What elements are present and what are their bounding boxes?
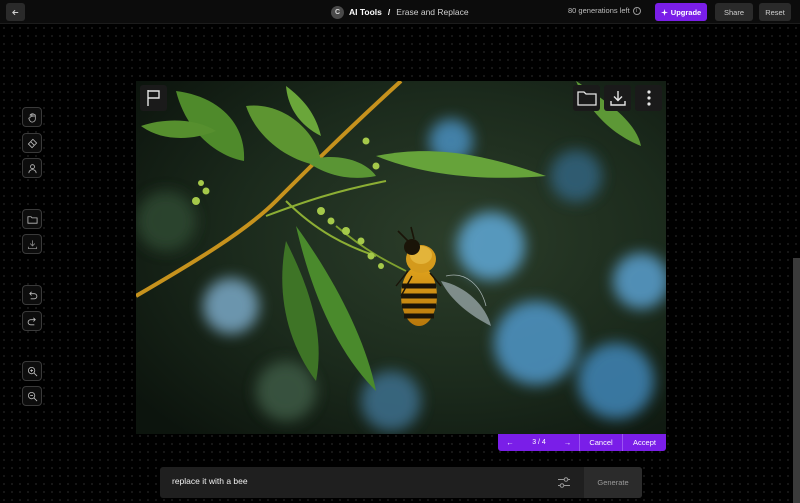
accept-button[interactable]: Accept — [623, 434, 666, 451]
back-button[interactable] — [6, 3, 25, 21]
variant-navigator: ← 3 / 4 → Cancel Accept — [498, 434, 666, 451]
canvas-folder-button[interactable] — [573, 85, 600, 111]
share-button[interactable]: Share — [715, 3, 753, 21]
undo-button[interactable] — [22, 285, 42, 305]
app-name[interactable]: AI Tools — [349, 7, 382, 17]
hand-tool-button[interactable] — [22, 107, 42, 127]
zoom-out-icon — [27, 391, 37, 401]
download-icon — [609, 91, 626, 106]
redo-button[interactable] — [22, 311, 42, 331]
folder-icon — [27, 215, 37, 224]
person-tool-button[interactable] — [22, 158, 42, 178]
hand-icon — [27, 112, 36, 122]
person-icon — [27, 163, 37, 173]
flag-button[interactable] — [140, 85, 167, 111]
eraser-icon — [27, 138, 37, 148]
open-file-button[interactable] — [22, 209, 42, 229]
edited-photo — [136, 81, 666, 434]
page-title: Erase and Replace — [396, 7, 469, 17]
flag-icon — [146, 90, 160, 106]
previous-variant-button[interactable]: ← — [498, 434, 522, 451]
more-vertical-icon — [646, 90, 651, 106]
download-icon — [27, 239, 37, 249]
arrow-left-icon — [12, 9, 19, 15]
upgrade-button[interactable]: Upgrade — [655, 3, 707, 21]
reset-button[interactable]: Reset — [759, 3, 791, 21]
redo-icon — [27, 317, 36, 325]
folder-icon — [576, 91, 597, 106]
zoom-in-button[interactable] — [22, 361, 42, 381]
info-icon[interactable]: i — [632, 6, 641, 15]
prompt-input[interactable]: replace it with a bee — [172, 476, 248, 486]
image-canvas[interactable] — [136, 81, 666, 434]
eraser-tool-button[interactable] — [22, 133, 42, 153]
canvas-download-button[interactable] — [604, 85, 631, 111]
download-button[interactable] — [22, 234, 42, 254]
next-variant-button[interactable]: → — [556, 434, 580, 451]
sliders-icon[interactable] — [557, 476, 571, 489]
variant-counter: 3 / 4 — [532, 439, 546, 446]
generate-button[interactable]: Generate — [584, 467, 642, 498]
upgrade-label: Upgrade — [670, 7, 702, 17]
more-options-button[interactable] — [635, 85, 662, 111]
zoom-out-button[interactable] — [22, 386, 42, 406]
scrollbar[interactable] — [793, 258, 800, 503]
app-logo: C — [331, 5, 344, 19]
prompt-bar: replace it with a bee Generate — [160, 467, 642, 498]
sparkle-icon — [660, 8, 668, 16]
breadcrumb-separator: / — [387, 7, 391, 17]
undo-icon — [28, 291, 37, 299]
zoom-in-icon — [27, 366, 37, 376]
generations-counter: 80 generations left i — [568, 6, 641, 15]
top-bar: C AI Tools / Erase and Replace 80 genera… — [0, 0, 800, 24]
breadcrumb: C AI Tools / Erase and Replace — [331, 4, 469, 20]
generations-left-text: 80 generations left — [568, 6, 630, 15]
cancel-button[interactable]: Cancel — [580, 434, 623, 451]
